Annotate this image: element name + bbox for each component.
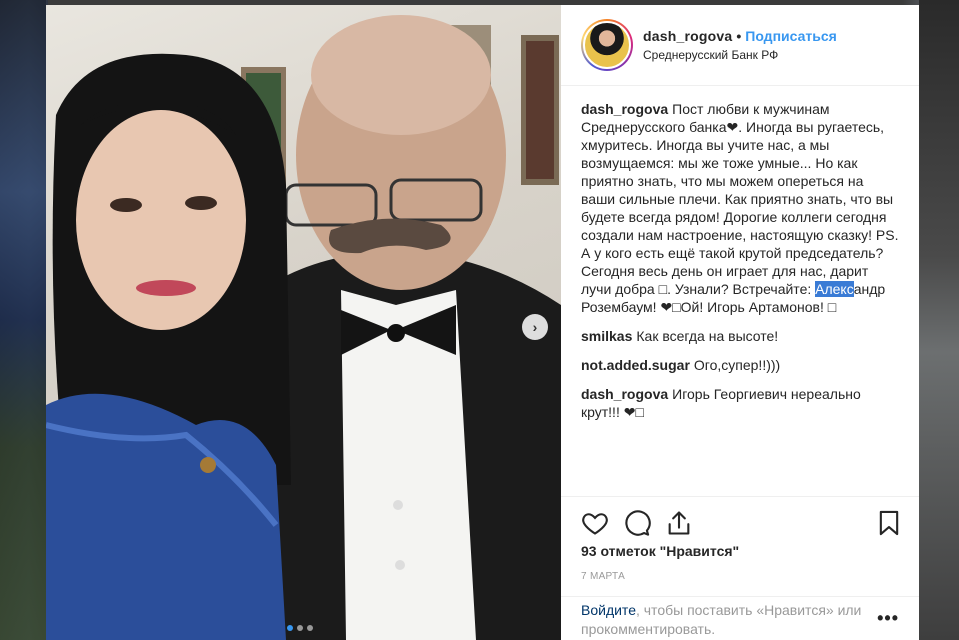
header-separator: • <box>736 28 742 44</box>
wall-painting-right-inner <box>526 41 554 179</box>
woman-eye-right <box>185 196 217 210</box>
author-username[interactable]: dash_rogova <box>643 28 732 44</box>
more-options-icon[interactable]: ••• <box>877 609 899 628</box>
share-button[interactable] <box>665 509 693 537</box>
comment-username[interactable]: dash_rogova <box>581 101 668 117</box>
likes-count[interactable]: 93 отметок "Нравится" <box>561 543 919 565</box>
header-text: dash_rogova • Подписаться Среднерусский … <box>643 28 837 62</box>
share-icon <box>668 511 690 535</box>
comment-text: Как всегда на высоте! <box>636 328 779 344</box>
caption-comment: dash_rogova Пост любви к мужчинам Среднер… <box>581 100 899 316</box>
comment-username[interactable]: dash_rogova <box>581 386 668 402</box>
list-item: not.added.sugar Ого,супер!!))) <box>581 356 899 374</box>
necklace-pendant <box>200 457 216 473</box>
post-location[interactable]: Среднерусский Банк РФ <box>643 48 837 62</box>
comments-list[interactable]: dash_rogova Пост любви к мужчинам Среднер… <box>561 86 919 497</box>
post-photo: › <box>46 5 561 640</box>
caption-text: Пост любви к мужчинам Среднерусского бан… <box>581 101 899 297</box>
shirt-button-1 <box>393 500 403 510</box>
comment-username[interactable]: not.added.sugar <box>581 357 690 373</box>
comment-icon <box>625 510 651 536</box>
action-bar <box>561 497 919 543</box>
follow-button[interactable]: Подписаться <box>745 28 837 44</box>
shirt-button-2 <box>395 560 405 570</box>
login-link[interactable]: Войдите <box>581 602 636 618</box>
post-modal: › dash_rogova • Подписаться Среднерусски… <box>46 5 919 640</box>
carousel-dot-3 <box>307 625 313 631</box>
comment-text: Ого,супер!!))) <box>693 357 781 373</box>
avatar-story-ring[interactable] <box>581 19 633 71</box>
list-item: smilkas Как всегда на высоте! <box>581 327 899 345</box>
post-date[interactable]: 7 МАРТА <box>561 565 919 591</box>
heart-icon <box>582 513 608 535</box>
login-prompt: Войдите, чтобы поставить «Нравится» или … <box>561 596 919 640</box>
post-sidebar: dash_rogova • Подписаться Среднерусский … <box>561 5 919 640</box>
avatar[interactable] <box>583 21 631 69</box>
carousel-dots <box>287 625 313 631</box>
comment-username[interactable]: smilkas <box>581 328 632 344</box>
post-header: dash_rogova • Подписаться Среднерусский … <box>561 5 919 86</box>
carousel-next-button[interactable]: › <box>522 314 548 340</box>
list-item: dash_rogova Игорь Георгиевич нереально кр… <box>581 385 899 421</box>
like-button[interactable] <box>581 509 609 537</box>
carousel-dot-2 <box>297 625 303 631</box>
woman-eye-left <box>110 198 142 212</box>
save-button[interactable] <box>875 509 903 537</box>
previous-post-preview[interactable] <box>0 0 46 640</box>
man-bald-top <box>311 15 491 135</box>
bookmark-icon <box>879 510 899 536</box>
photo-illustration <box>46 15 561 640</box>
woman-face <box>76 110 246 330</box>
bow-tie-knot <box>387 324 405 342</box>
header-line: dash_rogova • Подписаться <box>643 28 837 44</box>
comment-button[interactable] <box>623 509 651 537</box>
selected-text: Алекс <box>815 281 854 297</box>
next-post-preview[interactable] <box>919 0 959 640</box>
carousel-dot-1 <box>287 625 293 631</box>
woman-lips <box>136 280 196 296</box>
